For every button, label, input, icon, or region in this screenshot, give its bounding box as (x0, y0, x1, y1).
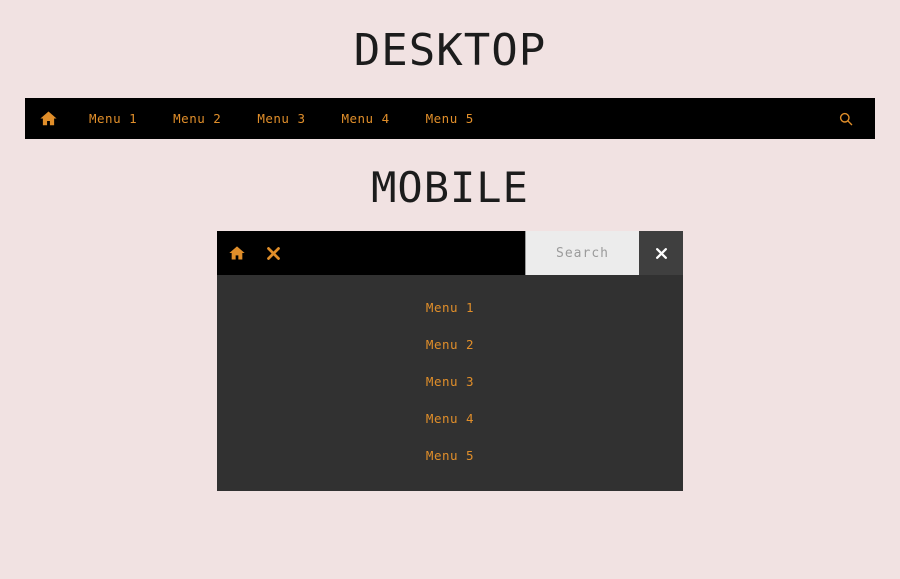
mobile-search-input[interactable] (525, 231, 639, 275)
mobile-menu-item-1[interactable]: Menu 1 (217, 289, 683, 326)
desktop-menu-item-3[interactable]: Menu 3 (239, 111, 323, 126)
mobile-menu-item-5[interactable]: Menu 5 (217, 437, 683, 474)
desktop-navbar: Menu 1 Menu 2 Menu 3 Menu 4 Menu 5 (25, 98, 875, 139)
desktop-navbar-container: Menu 1 Menu 2 Menu 3 Menu 4 Menu 5 (0, 73, 900, 139)
home-icon (228, 244, 246, 262)
mobile-navbar (217, 231, 683, 275)
desktop-menu-item-2[interactable]: Menu 2 (155, 111, 239, 126)
desktop-menu-item-5[interactable]: Menu 5 (408, 111, 492, 126)
mobile-section-title: MOBILE (371, 163, 529, 212)
mobile-menu-item-3[interactable]: Menu 3 (217, 363, 683, 400)
desktop-search-button[interactable] (833, 111, 859, 127)
mobile-dropdown-menu: Menu 1 Menu 2 Menu 3 Menu 4 Menu 5 (217, 275, 683, 491)
desktop-home-button[interactable] (25, 109, 71, 128)
mobile-mockup: Menu 1 Menu 2 Menu 3 Menu 4 Menu 5 (217, 231, 683, 491)
home-icon (39, 109, 58, 128)
desktop-menu-item-1[interactable]: Menu 1 (71, 111, 155, 126)
close-icon (266, 246, 281, 261)
desktop-menu-item-4[interactable]: Menu 4 (323, 111, 407, 126)
mobile-search-close-button[interactable] (639, 231, 683, 275)
search-icon (838, 111, 854, 127)
desktop-section-title: DESKTOP (353, 25, 547, 76)
close-icon (655, 247, 668, 260)
mobile-menu-close-button[interactable] (266, 246, 304, 261)
mobile-menu-item-4[interactable]: Menu 4 (217, 400, 683, 437)
desktop-navbar-links: Menu 1 Menu 2 Menu 3 Menu 4 Menu 5 (25, 109, 833, 128)
mobile-menu-item-2[interactable]: Menu 2 (217, 326, 683, 363)
mobile-navbar-icons (217, 231, 525, 275)
mobile-home-button[interactable] (228, 244, 266, 262)
